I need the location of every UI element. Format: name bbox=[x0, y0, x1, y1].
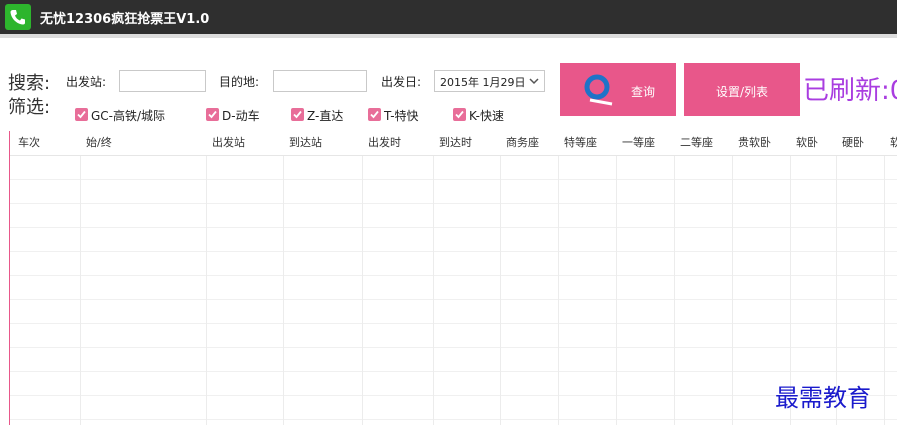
to-station-input[interactable] bbox=[273, 70, 367, 92]
column-divider bbox=[433, 131, 434, 425]
column-header[interactable]: 出发时 bbox=[368, 131, 401, 155]
column-divider bbox=[558, 131, 559, 425]
toolbar-strip bbox=[0, 34, 897, 38]
column-header[interactable]: 硬卧 bbox=[842, 131, 864, 155]
column-divider bbox=[616, 131, 617, 425]
search-label: 搜索: bbox=[8, 73, 51, 94]
column-divider bbox=[500, 131, 501, 425]
phone-icon bbox=[5, 4, 31, 30]
query-label: 查询 bbox=[631, 85, 656, 99]
row-divider bbox=[10, 419, 897, 420]
checkbox-checked-icon bbox=[453, 108, 466, 121]
title-bar: 无忧12306疯狂抢票王V1.0 bbox=[0, 0, 897, 34]
column-header[interactable]: 一等座 bbox=[622, 131, 655, 155]
watermark-text: 最需教育 bbox=[775, 384, 871, 412]
table-header: 车次 始/终 出发站 到达站 出发时 到达时 商务座 特等座 一等座 二等座 贵… bbox=[10, 131, 897, 156]
row-divider bbox=[10, 371, 897, 372]
column-header[interactable]: 特等座 bbox=[564, 131, 597, 155]
row-divider bbox=[10, 323, 897, 324]
column-divider bbox=[80, 131, 81, 425]
column-header[interactable]: 贵软卧 bbox=[738, 131, 771, 155]
filter-option-label: K-快速 bbox=[469, 109, 504, 123]
settings-label: 设置/列表 bbox=[715, 85, 769, 99]
row-divider bbox=[10, 395, 897, 396]
column-divider bbox=[674, 131, 675, 425]
checkbox-checked-icon bbox=[291, 108, 304, 121]
row-divider bbox=[10, 347, 897, 348]
to-station-label: 目的地: bbox=[219, 75, 260, 89]
column-divider bbox=[206, 131, 207, 425]
column-divider bbox=[732, 131, 733, 425]
search-icon bbox=[584, 74, 613, 106]
date-label: 出发日: bbox=[381, 75, 422, 89]
chevron-down-icon bbox=[529, 78, 539, 85]
settings-button[interactable]: 设置/列表 bbox=[684, 63, 800, 116]
row-divider bbox=[10, 299, 897, 300]
checkbox-checked-icon bbox=[206, 108, 219, 121]
column-divider bbox=[362, 131, 363, 425]
refresh-status: 已刷新:0 bbox=[803, 76, 897, 106]
column-header[interactable]: 始/终 bbox=[86, 131, 112, 155]
column-header[interactable]: 软卧 bbox=[796, 131, 818, 155]
filter-label: 筛选: bbox=[8, 97, 51, 118]
date-picker[interactable]: 2015年 1月29日 bbox=[434, 70, 545, 92]
row-divider bbox=[10, 251, 897, 252]
window-title: 无忧12306疯狂抢票王V1.0 bbox=[40, 12, 210, 27]
column-header[interactable]: 商务座 bbox=[506, 131, 539, 155]
checkbox-checked-icon bbox=[75, 108, 88, 121]
filter-option-label: T-特快 bbox=[384, 109, 419, 123]
row-divider bbox=[10, 227, 897, 228]
column-divider bbox=[884, 131, 885, 425]
date-value: 2015年 1月29日 bbox=[440, 76, 526, 89]
filter-option-label: GC-高铁/城际 bbox=[91, 109, 166, 123]
row-divider bbox=[10, 179, 897, 180]
checkbox-checked-icon bbox=[368, 108, 381, 121]
query-button[interactable]: 查询 bbox=[560, 63, 676, 116]
from-station-label: 出发站: bbox=[66, 75, 107, 89]
column-header[interactable]: 二等座 bbox=[680, 131, 713, 155]
from-station-input[interactable] bbox=[119, 70, 206, 92]
row-divider bbox=[10, 275, 897, 276]
column-header[interactable]: 软座 bbox=[890, 131, 897, 155]
column-header[interactable]: 出发站 bbox=[212, 131, 245, 155]
column-header[interactable]: 到达站 bbox=[289, 131, 322, 155]
filter-option-label: D-动车 bbox=[222, 109, 260, 123]
column-divider bbox=[283, 131, 284, 425]
train-table[interactable]: 车次 始/终 出发站 到达站 出发时 到达时 商务座 特等座 一等座 二等座 贵… bbox=[9, 131, 897, 425]
column-header[interactable]: 车次 bbox=[18, 131, 40, 155]
filter-option-label: Z-直达 bbox=[307, 109, 344, 123]
row-divider bbox=[10, 203, 897, 204]
column-header[interactable]: 到达时 bbox=[439, 131, 472, 155]
